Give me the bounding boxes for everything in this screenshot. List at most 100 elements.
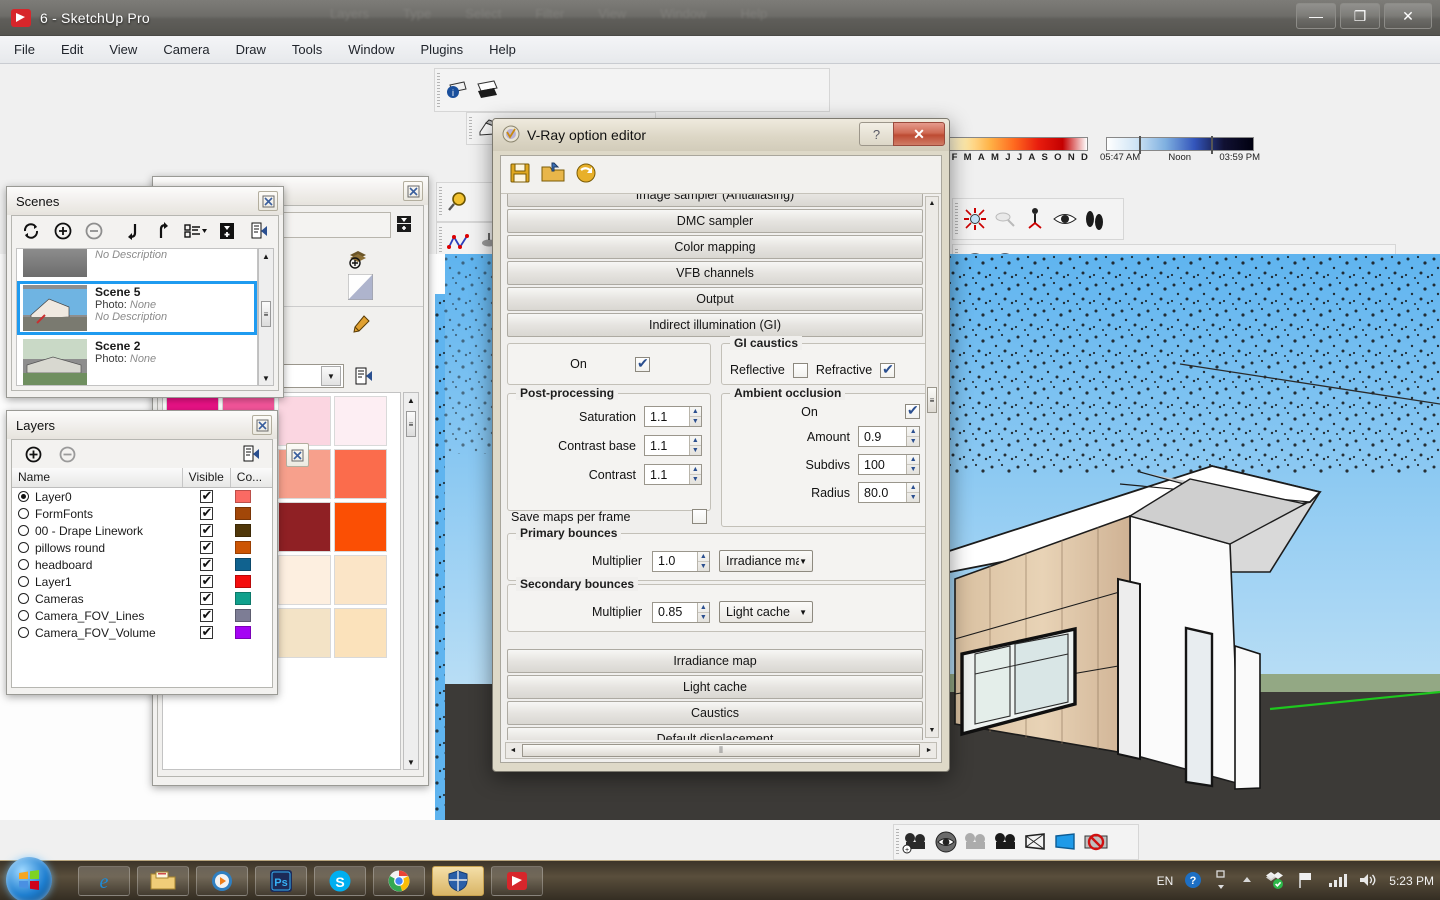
create-material-icon[interactable] — [391, 212, 417, 236]
list-item[interactable]: No Description — [17, 249, 257, 281]
vray-vertical-scrollbar[interactable]: ▲ ≡ ▼ — [925, 196, 939, 738]
scroll-right-icon[interactable]: ► — [922, 747, 936, 754]
close-button[interactable]: ✕ — [893, 122, 945, 146]
polyline-icon[interactable] — [444, 227, 474, 257]
rollout-color-mapping[interactable]: Color mapping — [507, 235, 923, 259]
layer-visible-checkbox[interactable] — [200, 624, 214, 640]
scroll-down-icon[interactable]: ▼ — [259, 371, 273, 385]
layer-visible-checkbox[interactable] — [200, 607, 214, 623]
material-swatch[interactable] — [278, 396, 331, 446]
table-row[interactable]: pillows round — [12, 539, 272, 556]
photoshop-icon[interactable]: Ps — [255, 866, 307, 896]
saturation-input[interactable] — [645, 407, 689, 426]
menu-item-view[interactable]: View — [109, 42, 137, 57]
fov-volume-icon[interactable] — [1051, 827, 1081, 857]
toolbar-grip[interactable] — [894, 825, 901, 859]
menu-item-window[interactable]: Window — [348, 42, 394, 57]
material-swatch[interactable] — [278, 502, 331, 552]
table-row[interactable]: Camera_FOV_Lines — [12, 607, 272, 624]
scroll-down-icon[interactable]: ▼ — [926, 724, 938, 737]
reflective-checkbox[interactable] — [792, 362, 808, 378]
layer-visible-checkbox[interactable] — [200, 573, 214, 589]
table-row[interactable]: headboard — [12, 556, 272, 573]
layer-visible-checkbox[interactable] — [200, 522, 214, 538]
zoom-extents-icon[interactable] — [960, 204, 990, 234]
layer-active-radio[interactable] — [18, 542, 29, 553]
rollout-indirect-illumination[interactable]: Indirect illumination (GI) — [507, 313, 923, 337]
menu-item-edit[interactable]: Edit — [61, 42, 83, 57]
layer-active-radio[interactable] — [18, 627, 29, 638]
refractive-checkbox[interactable] — [880, 361, 896, 378]
material-swatch[interactable] — [334, 396, 387, 446]
rollout-image-sampler[interactable]: Image sampler (Antialiasing) — [507, 194, 923, 207]
security-icon[interactable] — [432, 866, 484, 896]
refresh-icon[interactable] — [18, 219, 44, 243]
chevron-down-icon[interactable]: ▼ — [321, 366, 341, 386]
column-header-color[interactable]: Co... — [231, 468, 272, 487]
save-icon[interactable] — [509, 162, 531, 187]
ao-radius-input[interactable] — [859, 483, 907, 502]
layer-color-swatch[interactable] — [234, 609, 251, 622]
list-item[interactable]: Scene 5 Photo: None No Description — [17, 281, 257, 335]
hide-cameras-icon[interactable] — [1081, 827, 1111, 857]
ao-radius-stepper[interactable]: ▲▼ — [858, 482, 920, 503]
scrollbar-thumb[interactable]: ≡ — [406, 411, 416, 437]
rollout-output[interactable]: Output — [507, 287, 923, 311]
menu-item-tools[interactable]: Tools — [292, 42, 322, 57]
scenes-list[interactable]: No Description Scene 5 Photo: None No De… — [16, 248, 258, 386]
vray-horizontal-scrollbar[interactable]: ◄ ⦀ ► — [505, 742, 937, 759]
scroll-up-icon[interactable]: ▲ — [259, 249, 273, 263]
tray-expand-icon[interactable] — [1240, 873, 1254, 890]
layer-visible-checkbox[interactable] — [200, 505, 214, 521]
table-row[interactable]: Camera_FOV_Volume — [12, 624, 272, 641]
layer-color-swatch[interactable] — [234, 575, 251, 588]
menu-item-camera[interactable]: Camera — [163, 42, 209, 57]
look-around-icon[interactable] — [1050, 204, 1080, 234]
remove-layer-icon[interactable] — [54, 442, 80, 466]
layer-active-radio[interactable] — [18, 610, 29, 621]
ao-amount-input[interactable] — [859, 427, 907, 446]
layer-active-radio[interactable] — [18, 508, 29, 519]
contrast-base-input[interactable] — [645, 436, 689, 455]
walk-disabled-icon[interactable] — [990, 204, 1020, 234]
ao-subdivs-stepper[interactable]: ▲▼ — [858, 454, 920, 475]
contrast-stepper[interactable]: ▲▼ — [644, 464, 702, 485]
internet-explorer-icon[interactable]: e — [78, 866, 130, 896]
toolbar-grip[interactable] — [437, 183, 444, 221]
rollout-default-displacement[interactable]: Default displacement — [507, 727, 923, 740]
material-swatch[interactable] — [334, 502, 387, 552]
layer-color-swatch[interactable] — [234, 626, 251, 639]
layers-panel-header[interactable]: Layers — [7, 411, 277, 439]
close-icon[interactable] — [252, 415, 272, 435]
camera-disabled-icon[interactable] — [961, 827, 991, 857]
menu-item-draw[interactable]: Draw — [236, 42, 266, 57]
primary-multiplier-stepper[interactable]: ▲▼ — [652, 550, 710, 572]
scroll-left-icon[interactable]: ◄ — [506, 747, 520, 754]
layer-active-radio[interactable] — [18, 525, 29, 536]
layer-color-swatch[interactable] — [234, 524, 251, 537]
menu-item-plugins[interactable]: Plugins — [421, 42, 464, 57]
column-header-visible[interactable]: Visible — [183, 468, 231, 487]
rollout-caustics[interactable]: Caustics — [507, 701, 923, 725]
camera-icon[interactable] — [991, 827, 1021, 857]
layer-color-swatch[interactable] — [234, 490, 251, 503]
shadow-info-icon[interactable]: i — [442, 75, 472, 105]
details-icon[interactable] — [215, 219, 241, 243]
network-icon[interactable] — [1327, 872, 1348, 891]
material-swatch[interactable] — [334, 449, 387, 499]
menu-item-file[interactable]: File — [14, 42, 35, 57]
flyout-icon[interactable] — [350, 364, 376, 388]
scroll-up-icon[interactable]: ▲ — [926, 197, 938, 210]
layer-color-swatch[interactable] — [234, 592, 251, 605]
column-header-name[interactable]: Name — [12, 468, 183, 487]
add-scene-icon[interactable] — [50, 219, 76, 243]
contrast-base-stepper[interactable]: ▲▼ — [644, 435, 702, 456]
layer-active-radio[interactable] — [18, 559, 29, 570]
scroll-down-icon[interactable]: ▼ — [404, 755, 418, 769]
material-swatch[interactable] — [334, 555, 387, 605]
minimize-button[interactable]: — — [1296, 3, 1336, 29]
move-down-icon[interactable] — [119, 219, 145, 243]
flyout-icon[interactable] — [246, 219, 272, 243]
flag-icon[interactable] — [1296, 871, 1316, 892]
material-preview-swatch[interactable] — [347, 273, 374, 301]
